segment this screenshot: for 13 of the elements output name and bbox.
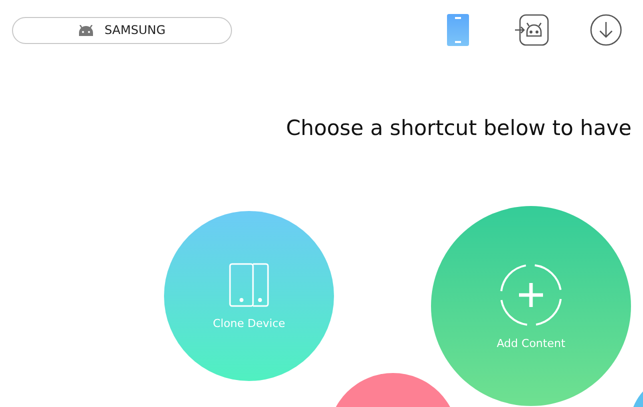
plus-circle-icon xyxy=(499,262,563,326)
shortcut-button[interactable]: Add Content xyxy=(431,206,631,406)
download-tool-button[interactable] xyxy=(589,13,623,47)
shortcut-button[interactable]: Clone Device xyxy=(164,211,334,381)
device-name: SAMSUNG xyxy=(104,23,166,37)
download-icon xyxy=(590,14,622,46)
android-icon xyxy=(78,24,94,36)
phone-icon xyxy=(447,14,469,46)
import-tool-button[interactable] xyxy=(515,13,549,47)
android-import-icon xyxy=(515,14,549,46)
two-phones-icon xyxy=(229,262,269,306)
heading: Choose a shortcut below to have xyxy=(286,116,632,140)
device-selector[interactable]: SAMSUNG xyxy=(12,16,232,44)
